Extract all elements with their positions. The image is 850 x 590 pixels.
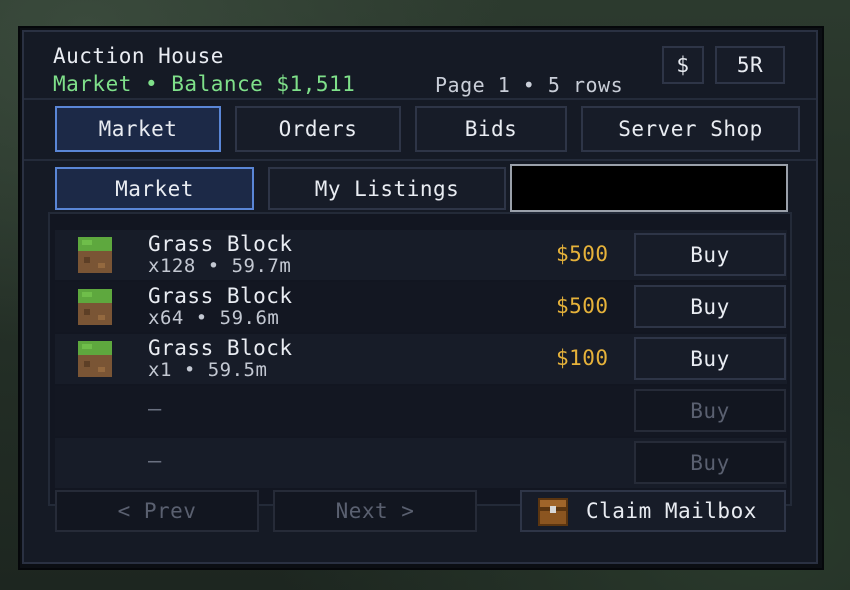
rows-toggle-button[interactable]: 5R [715,46,785,84]
subtab-my-listings[interactable]: My Listings [268,167,506,210]
header-divider [24,98,816,100]
tabs-divider [24,159,816,161]
grass-block-icon [78,341,112,377]
grass-block-icon [78,289,112,325]
buy-button[interactable]: Buy [634,285,786,328]
tab-market[interactable]: Market [55,106,221,152]
next-page-button: Next > [273,490,477,532]
grass-block-icon [78,237,112,273]
listing-price: $500 [556,242,609,266]
buy-button-disabled: Buy [634,441,786,484]
buy-button-disabled: Buy [634,389,786,432]
subtab-market[interactable]: Market [55,167,254,210]
buy-button[interactable]: Buy [634,233,786,276]
listing-name: Grass Block [148,336,293,360]
currency-button[interactable]: $ [662,46,704,84]
prev-page-button: < Prev [55,490,259,532]
page-info: Page 1 • 5 rows [435,73,624,97]
empty-slot-dash: — [148,397,162,422]
window-title: Auction House [53,44,224,68]
listing-meta: x128 • 59.7m [148,255,292,277]
listing-meta: x64 • 59.6m [148,307,280,329]
tab-bids[interactable]: Bids [415,106,567,152]
buy-button[interactable]: Buy [634,337,786,380]
listing-name: Grass Block [148,284,293,308]
listing-price: $500 [556,294,609,318]
tab-server-shop[interactable]: Server Shop [581,106,800,152]
empty-slot-dash: — [148,449,162,474]
tab-orders[interactable]: Orders [235,106,401,152]
listing-price: $100 [556,346,609,370]
listing-name: Grass Block [148,232,293,256]
balance-subtitle: Market • Balance $1,511 [53,72,356,96]
listing-meta: x1 • 59.5m [148,359,268,381]
chest-icon [538,498,568,526]
claim-mailbox-label: Claim Mailbox [586,499,757,523]
search-input[interactable] [510,164,788,212]
